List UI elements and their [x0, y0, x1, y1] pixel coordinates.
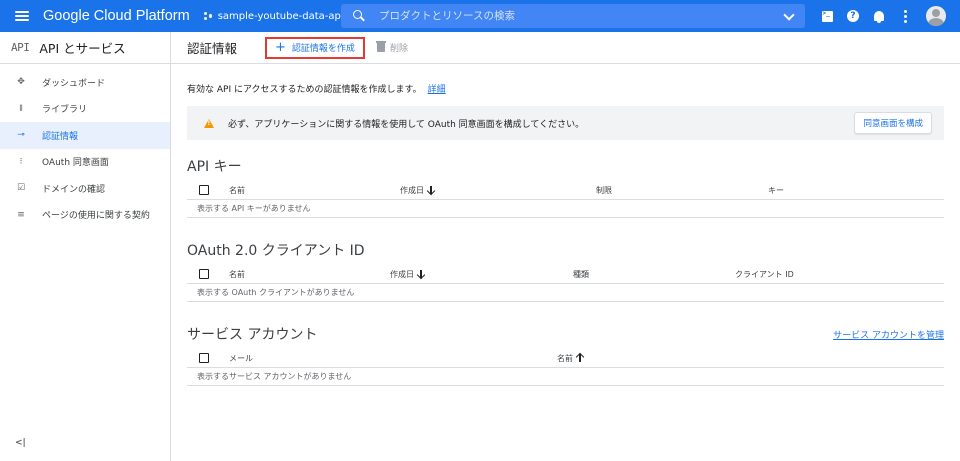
- column-header-sortable[interactable]: 作成日: [390, 269, 422, 280]
- sidebar-item-label: ライブラリ: [42, 105, 88, 116]
- agreements-icon: ≡: [17, 209, 25, 220]
- column-label: 名前: [557, 354, 573, 363]
- column-label: 作成日: [390, 270, 414, 279]
- sidebar-title: API とサービス: [39, 41, 126, 56]
- table-header: メール 名前: [187, 349, 944, 368]
- section-title: OAuth 2.0 クライアント ID: [187, 243, 365, 259]
- select-all-checkbox[interactable]: [199, 353, 209, 363]
- warning-banner: 必ず、アプリケーションに関する情報を使用して OAuth 同意画面を構成してくだ…: [187, 106, 944, 140]
- sidebar-item[interactable]: ✥ ダッシュボード: [0, 69, 170, 96]
- key-icon: ⊸: [17, 130, 25, 141]
- dashboard-icon: ✥: [17, 77, 25, 88]
- description-text: 有効な API にアクセスするための認証情報を作成します。: [187, 85, 422, 95]
- column-header-sortable[interactable]: 作成日: [400, 185, 432, 196]
- consent-icon: ⁝: [19, 156, 23, 167]
- main-content: 認証情報 + 認証情報を作成 削除 有効な API にアクセスするための認証情報…: [171, 32, 960, 461]
- sidebar-nav: ✥ ダッシュボード 𝍪 ライブラリ ⊸ 認証情報 ⁝ OAuth 同意画面 ☑ ドメインの確認 ≡ ペ…: [0, 69, 170, 228]
- select-all-checkbox[interactable]: [199, 185, 209, 195]
- create-credentials-label: 認証情報を作成: [291, 44, 355, 54]
- sidebar-item[interactable]: ⁝ OAuth 同意画面: [0, 149, 170, 176]
- sidebar-item-label: ドメインの確認: [42, 184, 106, 195]
- configure-consent-button[interactable]: 同意画面を構成: [854, 112, 932, 134]
- create-credentials-button[interactable]: + 認証情報を作成: [265, 36, 365, 59]
- column-header-sortable[interactable]: 名前: [557, 353, 581, 364]
- sidebar-item[interactable]: ☑ ドメインの確認: [0, 175, 170, 202]
- arrow-down-icon: [420, 270, 422, 278]
- column-header[interactable]: クライアント ID: [735, 269, 794, 280]
- brand-title[interactable]: Google Cloud Platform: [43, 8, 190, 24]
- cloud-shell-icon: [821, 10, 833, 22]
- manage-service-accounts-link[interactable]: サービス アカウントを管理: [833, 328, 944, 341]
- service-accounts-section: サービス アカウント サービス アカウントを管理 メール 名前 表示するサービス…: [187, 324, 944, 386]
- help-button[interactable]: ?: [840, 0, 866, 32]
- project-name: sample-youtube-data-api: [217, 10, 344, 22]
- search-bar[interactable]: [341, 4, 805, 28]
- menu-icon[interactable]: [15, 11, 29, 21]
- empty-message: 表示する OAuth クライアントがありません: [187, 284, 944, 302]
- description: 有効な API にアクセスするための認証情報を作成します。 詳細: [187, 82, 446, 95]
- warning-text: 必ず、アプリケーションに関する情報を使用して OAuth 同意画面を構成してくだ…: [228, 119, 585, 130]
- sidebar-item[interactable]: 𝍪 ライブラリ: [0, 96, 170, 123]
- table-header: 名前 作成日 種類 クライアント ID: [187, 265, 944, 284]
- oauth-section: OAuth 2.0 クライアント ID 名前 作成日 種類 クライアント ID …: [187, 240, 944, 302]
- sidebar-item-label: OAuth 同意画面: [42, 158, 109, 169]
- api-keys-section: API キー 名前 作成日 制限 キー 表示する API キーがありません: [187, 156, 944, 218]
- section-title: サービス アカウント: [187, 327, 318, 343]
- section-title: API キー: [187, 159, 242, 175]
- sidebar-item-label: ダッシュボード: [42, 78, 106, 89]
- delete-button[interactable]: 削除: [375, 41, 408, 54]
- help-icon: ?: [847, 10, 859, 22]
- domain-icon: ☑: [16, 183, 26, 194]
- select-all-checkbox[interactable]: [199, 269, 209, 279]
- sidebar: API API とサービス ✥ ダッシュボード 𝍪 ライブラリ ⊸ 認証情報 ⁝ OAuth …: [0, 32, 171, 461]
- project-icon: [203, 11, 213, 21]
- search-input[interactable]: [379, 10, 785, 22]
- plus-icon: +: [275, 40, 286, 55]
- avatar[interactable]: [926, 6, 946, 26]
- sidebar-item-label: ページの使用に関する契約: [42, 211, 150, 222]
- column-header[interactable]: 名前: [229, 269, 245, 280]
- project-selector[interactable]: sample-youtube-data-api: [203, 10, 357, 22]
- column-header[interactable]: 制限: [596, 185, 612, 196]
- more-button[interactable]: [892, 0, 918, 32]
- library-icon: 𝍪: [19, 103, 23, 114]
- bell-icon: [874, 11, 884, 23]
- more-vert-icon: [903, 9, 907, 23]
- column-header[interactable]: キー: [768, 185, 784, 196]
- api-logo-icon: API: [11, 41, 30, 54]
- page-header: 認証情報 + 認証情報を作成 削除: [171, 32, 960, 64]
- sidebar-item[interactable]: ≡ ページの使用に関する契約: [0, 202, 170, 229]
- column-header[interactable]: メール: [229, 353, 253, 364]
- arrow-down-icon: [430, 186, 432, 194]
- notifications-button[interactable]: [866, 0, 892, 32]
- page-title: 認証情報: [187, 41, 238, 56]
- chevron-down-icon[interactable]: [783, 8, 795, 21]
- column-header[interactable]: 名前: [229, 185, 245, 196]
- column-label: 作成日: [400, 186, 424, 195]
- learn-more-link[interactable]: 詳細: [428, 85, 446, 95]
- empty-message: 表示する API キーがありません: [187, 200, 944, 218]
- table-header: 名前 作成日 制限 キー: [187, 181, 944, 200]
- sidebar-item-label: 認証情報: [42, 131, 79, 142]
- top-app-bar: Google Cloud Platform sample-youtube-dat…: [0, 0, 960, 32]
- column-header[interactable]: 種類: [573, 269, 589, 280]
- collapse-sidebar-icon[interactable]: <|: [15, 438, 26, 448]
- sidebar-item[interactable]: ⊸ 認証情報: [0, 122, 170, 149]
- delete-label: 削除: [389, 44, 408, 54]
- search-icon: [353, 10, 365, 22]
- cloud-shell-button[interactable]: [814, 0, 840, 32]
- warning-icon: [204, 118, 214, 128]
- sidebar-header: API API とサービス: [0, 32, 170, 64]
- arrow-up-icon: [579, 354, 581, 362]
- trash-icon: [375, 41, 386, 52]
- top-actions: ?: [814, 0, 960, 32]
- empty-message: 表示するサービス アカウントがありません: [187, 368, 944, 386]
